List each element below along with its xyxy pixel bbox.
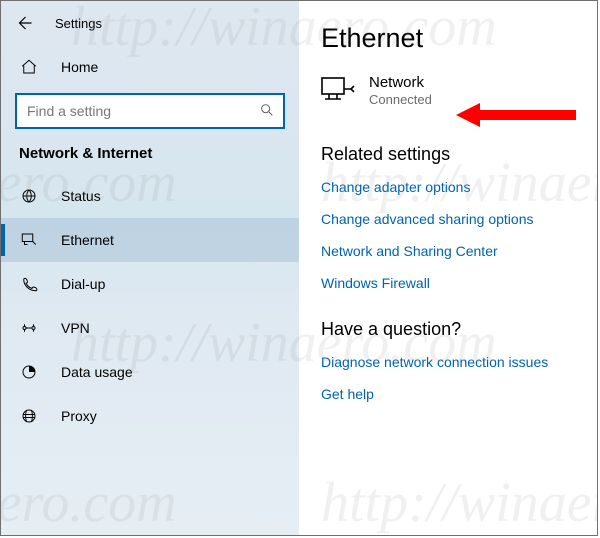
network-connection-item[interactable]: Network Connected — [321, 74, 577, 108]
link-diagnose[interactable]: Diagnose network connection issues — [321, 354, 577, 370]
back-arrow-icon — [15, 14, 33, 32]
title-bar: Settings — [1, 1, 299, 45]
search-icon — [259, 102, 275, 121]
section-heading: Network & Internet — [1, 139, 299, 174]
related-settings-heading: Related settings — [321, 144, 577, 165]
network-name: Network — [369, 74, 432, 92]
nav-dialup[interactable]: Dial-up — [1, 262, 299, 306]
home-icon — [19, 57, 39, 77]
window-title: Settings — [55, 16, 102, 31]
dialup-icon — [19, 274, 39, 294]
network-connection-text: Network Connected — [369, 74, 432, 108]
nav-proxy[interactable]: Proxy — [1, 394, 299, 438]
proxy-icon — [19, 406, 39, 426]
network-status: Connected — [369, 92, 432, 108]
link-advanced-sharing[interactable]: Change advanced sharing options — [321, 211, 577, 227]
search-box[interactable] — [15, 93, 285, 129]
nav-data-usage-label: Data usage — [61, 364, 133, 380]
nav-vpn[interactable]: VPN — [1, 306, 299, 350]
nav-ethernet-label: Ethernet — [61, 232, 114, 248]
link-change-adapter[interactable]: Change adapter options — [321, 179, 577, 195]
nav-proxy-label: Proxy — [61, 408, 97, 424]
vpn-icon — [19, 318, 39, 338]
left-pane: Settings Home Network & Internet Status — [1, 1, 299, 535]
nav-ethernet[interactable]: Ethernet — [1, 218, 299, 262]
nav-home-label: Home — [61, 59, 98, 75]
question-heading: Have a question? — [321, 319, 577, 340]
nav-dialup-label: Dial-up — [61, 276, 105, 292]
back-button[interactable] — [13, 12, 35, 34]
page-title: Ethernet — [321, 23, 577, 54]
nav-status-label: Status — [61, 188, 101, 204]
nav-home[interactable]: Home — [1, 45, 299, 89]
content-pane: Ethernet Network Connected Related setti… — [299, 1, 597, 535]
globe-icon — [19, 186, 39, 206]
network-monitor-icon — [321, 77, 355, 105]
link-network-sharing-center[interactable]: Network and Sharing Center — [321, 243, 577, 259]
ethernet-icon — [19, 230, 39, 250]
search-input[interactable] — [27, 103, 247, 119]
settings-window: Settings Home Network & Internet Status — [0, 0, 598, 536]
nav-vpn-label: VPN — [61, 320, 90, 336]
nav-status[interactable]: Status — [1, 174, 299, 218]
link-windows-firewall[interactable]: Windows Firewall — [321, 275, 577, 291]
data-usage-icon — [19, 362, 39, 382]
nav-data-usage[interactable]: Data usage — [1, 350, 299, 394]
link-get-help[interactable]: Get help — [321, 386, 577, 402]
